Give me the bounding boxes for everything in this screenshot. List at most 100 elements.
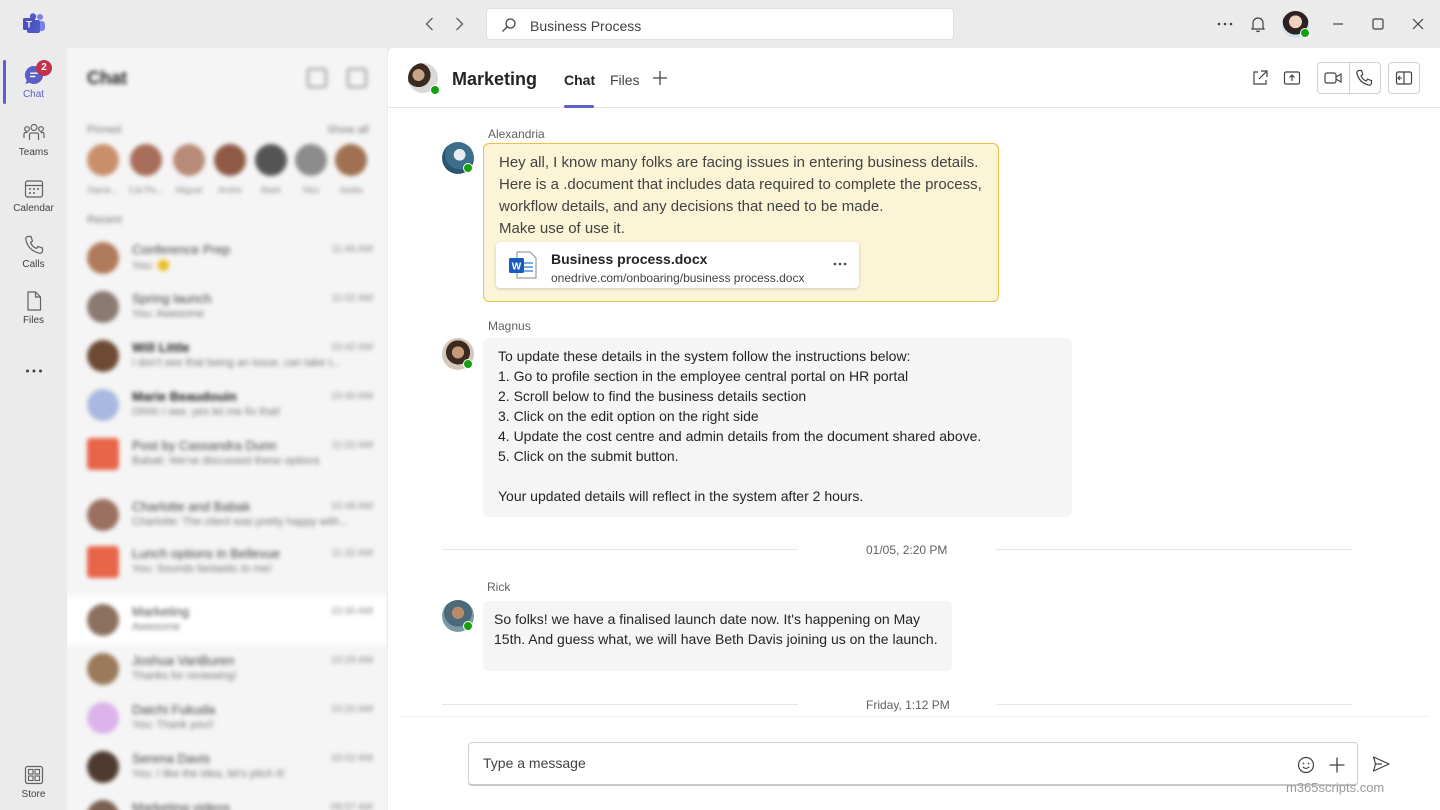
svg-text:W: W [512, 262, 522, 273]
pinned-avatar[interactable] [255, 144, 287, 176]
chat-row-preview: You: Thank you!! [132, 719, 214, 731]
pinned-avatar[interactable] [335, 144, 367, 176]
side-panel-icon [1395, 71, 1413, 85]
tab-files[interactable]: Files [610, 72, 640, 88]
more-icon[interactable] [1215, 14, 1235, 34]
filter-icon[interactable] [307, 68, 327, 88]
chat-row[interactable]: Joshua VanBuren Thanks for reviewing! 10… [67, 645, 387, 694]
message-line: Your updated details will reflect in the… [498, 488, 864, 504]
rail-item-calendar[interactable]: Calendar [0, 174, 67, 228]
chat-row-time: 09:57 AM [330, 802, 373, 810]
presence-available-icon [430, 85, 440, 95]
rail-label-calendar: Calendar [13, 203, 54, 214]
active-tab-indicator [564, 105, 594, 108]
chat-row-preview: Babak: We've discussed these options [132, 455, 320, 467]
pinned-avatar[interactable] [130, 144, 162, 176]
chat-row[interactable]: Spring launch You: Awesome 11:02 AM [67, 283, 387, 332]
minimize-icon[interactable] [1328, 14, 1348, 34]
chat-row-name: Conference Prep [132, 242, 231, 257]
tab-chat[interactable]: Chat [564, 72, 595, 88]
divider [442, 549, 798, 550]
video-call-icon[interactable] [1323, 68, 1343, 88]
page-title: Marketing [452, 69, 538, 89]
rail-item-teams[interactable]: Teams [0, 118, 67, 172]
chat-row-selected[interactable]: Marketing Awesome 10:30 AM [67, 596, 387, 645]
chat-row[interactable]: Marie Beaudouin Ohhh I see, yes let me f… [67, 381, 387, 430]
chat-row-preview: You: I like the idea, let's pitch it! [132, 768, 285, 780]
show-all-link[interactable]: Show all [327, 124, 369, 136]
chat-row[interactable]: Post by Cassandra Dunn Babak: We've disc… [67, 430, 387, 479]
add-tab-icon[interactable] [650, 68, 670, 88]
chat-row-preview: Ohhh I see, yes let me fix that! [132, 406, 281, 418]
chat-row-name: Spring launch [132, 291, 212, 306]
chat-row[interactable]: Lunch options in Bellevue You: Sounds fa… [67, 538, 387, 587]
chat-row[interactable]: Charlotte and Babak Charlotte: The clien… [67, 491, 387, 540]
rail-item-store[interactable]: Store [0, 760, 67, 810]
message-line: Make use of use it. [499, 220, 625, 237]
presence-available-icon [463, 359, 473, 369]
pinned-avatar[interactable] [173, 144, 205, 176]
avatar [87, 499, 119, 531]
send-icon[interactable] [1371, 754, 1391, 774]
message-line: 1. Go to profile section in the employee… [498, 368, 909, 384]
pop-out-icon[interactable] [1250, 68, 1270, 88]
rail-item-chat[interactable]: 2 Chat [0, 60, 67, 114]
rail-item-calls[interactable]: Calls [0, 230, 67, 284]
message-line: Here is a .document that includes data r… [499, 176, 982, 193]
close-icon[interactable] [1408, 14, 1428, 34]
chat-row[interactable]: Conference Prep You: 🙂 11:46 AM [67, 234, 387, 283]
pinned-avatar[interactable] [214, 144, 246, 176]
chat-row[interactable]: Daichi Fukuda You: Thank you!! 10:20 AM [67, 694, 387, 743]
avatar [87, 751, 119, 783]
pinned-name: Mark [261, 185, 281, 195]
message-line: workflow details, and any decisions that… [499, 198, 884, 215]
back-arrow-icon[interactable] [420, 14, 440, 34]
message-line: 4. Update the cost centre and admin deta… [498, 428, 982, 444]
message-bubble[interactable]: To update these details in the system fo… [483, 338, 1072, 517]
message-line: Hey all, I know many folks are facing is… [499, 154, 979, 171]
search-input[interactable]: Business Process [486, 8, 954, 40]
attachment-file-path: onedrive.com/onboaring/business process.… [551, 271, 805, 285]
maximize-icon[interactable] [1368, 14, 1388, 34]
forward-arrow-icon[interactable] [449, 14, 469, 34]
presence-available-icon [1300, 28, 1310, 38]
search-icon [502, 18, 516, 32]
chat-row[interactable]: Will Little I don't see that being an is… [67, 332, 387, 381]
chat-row-name: Serena Davis [132, 751, 211, 766]
bell-icon[interactable] [1248, 14, 1268, 34]
new-chat-icon[interactable] [347, 68, 367, 88]
message-bubble[interactable]: So folks! we have a finalised launch dat… [483, 601, 952, 671]
chat-row[interactable]: Serena Davis You: I like the idea, let's… [67, 743, 387, 792]
message-bubble-highlighted[interactable]: Hey all, I know many folks are facing is… [483, 143, 999, 302]
message-input[interactable] [483, 755, 1263, 771]
compose-box [468, 742, 1358, 786]
chat-row-name: Lunch options in Bellevue [132, 546, 281, 561]
pinned-avatar[interactable] [87, 144, 119, 176]
word-file-icon: W [509, 251, 537, 279]
conversation-pane: Marketing Chat Files Alexandria Hey all,… [388, 48, 1440, 810]
file-icon [27, 291, 42, 311]
audio-call-icon[interactable] [1354, 68, 1374, 88]
pinned-label: Pinned [87, 124, 122, 136]
pinned-name: Nes [302, 185, 319, 195]
app-rail: 2 Chat Teams Calendar Calls Files Store [0, 48, 67, 810]
chat-row[interactable]: Marketing videos 09:57 AM [67, 792, 387, 810]
file-attachment-card[interactable]: W Business process.docx onedrive.com/onb… [496, 242, 859, 288]
share-screen-icon[interactable] [1282, 68, 1302, 88]
presence-available-icon [463, 621, 473, 631]
add-attachment-icon[interactable] [1327, 755, 1347, 775]
recent-label: Recent [87, 214, 122, 226]
search-text: Business Process [530, 18, 642, 34]
pinned-name: Andre [217, 185, 243, 195]
message-line: 5. Click on the submit button. [498, 448, 679, 464]
teams-logo-icon[interactable]: T [22, 13, 46, 35]
more-apps-icon[interactable] [23, 360, 45, 382]
pinned-name: Cal Pa... [128, 185, 164, 195]
pinned-avatar[interactable] [295, 144, 327, 176]
rail-item-files[interactable]: Files [0, 286, 67, 340]
date-divider-label: 01/05, 2:20 PM [866, 543, 948, 557]
more-options-icon[interactable] [832, 256, 848, 272]
emoji-icon[interactable] [1296, 755, 1316, 775]
chat-row-preview: You: Sounds fantastic to me! [132, 563, 272, 575]
